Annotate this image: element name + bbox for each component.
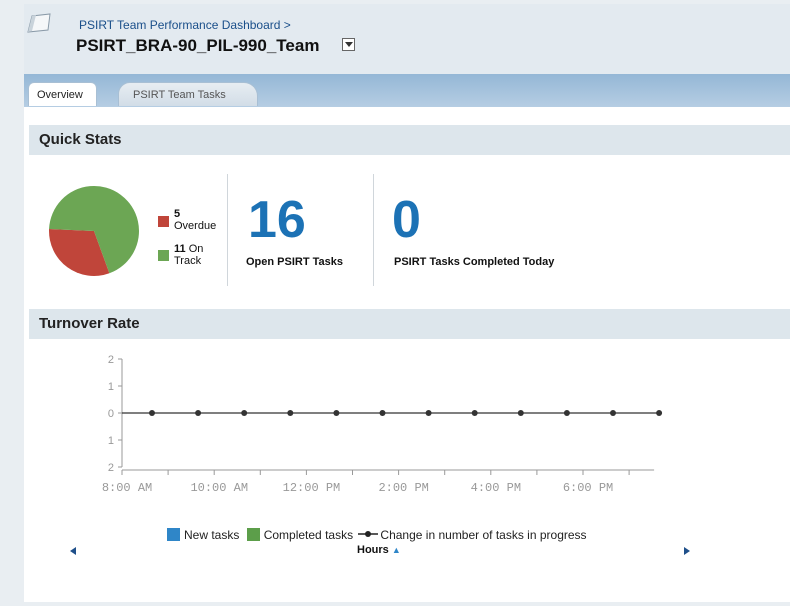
tab-psirt-team-tasks[interactable]: PSIRT Team Tasks [118,82,258,106]
page-icon [27,13,51,33]
on-track-legend-swatch [158,250,169,261]
change-series-point [379,410,386,416]
breadcrumb[interactable]: PSIRT Team Performance Dashboard > [79,18,291,32]
scroll-left-arrow-icon[interactable] [70,547,76,555]
completed-tasks-legend-label: Completed tasks [263,528,354,542]
new-tasks-legend-swatch [167,528,180,541]
change-series-point [195,410,202,416]
y-tick-label: 2 [108,462,114,474]
change-series-point [563,410,570,416]
quick-stats-heading: Quick Stats [29,125,790,155]
x-tick-label: 4:00 PM [471,481,521,495]
x-tick-label: 8:00 AM [102,481,152,495]
on-track-legend-text: 11 On [174,243,203,255]
on-track-count: 11 [174,243,186,255]
tab-bar: Overview PSIRT Team Tasks [24,74,790,107]
hours-label: Hours [357,544,389,556]
stats-divider [373,174,374,286]
overdue-legend-swatch [158,216,169,227]
scroll-right-arrow-icon[interactable] [684,547,690,555]
change-series-point [610,410,616,416]
overdue-label: Overdue [174,220,217,232]
change-series-point [656,410,663,416]
change-series-point [333,410,340,416]
sort-up-icon: ▲ [391,545,401,555]
on-track-label-1: On [188,243,204,255]
change-series-point [425,410,432,416]
tab-overview[interactable]: Overview [28,82,97,106]
dashboard-frame: PSIRT Team Performance Dashboard > PSIRT… [24,4,790,602]
hours-sort-toggle[interactable]: Hours ▲ [357,544,401,556]
new-tasks-legend-label: New tasks [184,528,240,542]
page-title: PSIRT_BRA-90_PIL-990_Team [76,36,320,55]
title-dropdown-button[interactable] [342,38,355,51]
stats-divider [227,174,228,286]
completed-tasks-legend-swatch [246,528,260,541]
overdue-count: 5 [174,208,181,220]
overdue-pie-chart [49,186,139,276]
change-series-point [149,410,155,416]
open-tasks-label: Open PSIRT Tasks [246,256,343,268]
completed-today-label: PSIRT Tasks Completed Today [394,256,555,268]
change-series-point [241,410,248,416]
y-tick-label: 2 [108,354,114,366]
change-series-point [517,410,524,416]
change-legend-marker [358,531,379,537]
on-track-label-2: Track [174,255,202,267]
chart-legend: New tasks Completed tasks Change in numb… [167,528,587,542]
y-tick-label: 0 [108,408,114,420]
open-tasks-count: 16 [248,191,306,249]
x-tick-label: 2:00 PM [378,481,428,495]
change-series-point [471,410,478,416]
x-tick-label: 6:00 PM [563,481,613,495]
completed-today-count: 0 [392,191,421,249]
change-legend-label: Change in number of tasks in progress [380,528,587,542]
turnover-rate-heading: Turnover Rate [29,309,790,339]
y-tick-label: 1 [108,381,114,393]
x-tick-label: 10:00 AM [190,481,248,495]
turnover-line-chart: 2 1 0 1 2 8:00 AM 10:00 AM 12:00 PM 2:00 PM 4:00 … [102,354,663,495]
x-tick-label: 12:00 PM [283,481,341,495]
page-header: PSIRT Team Performance Dashboard > PSIRT… [24,4,790,74]
y-tick-label: 1 [108,435,114,447]
change-series-point [287,410,294,416]
